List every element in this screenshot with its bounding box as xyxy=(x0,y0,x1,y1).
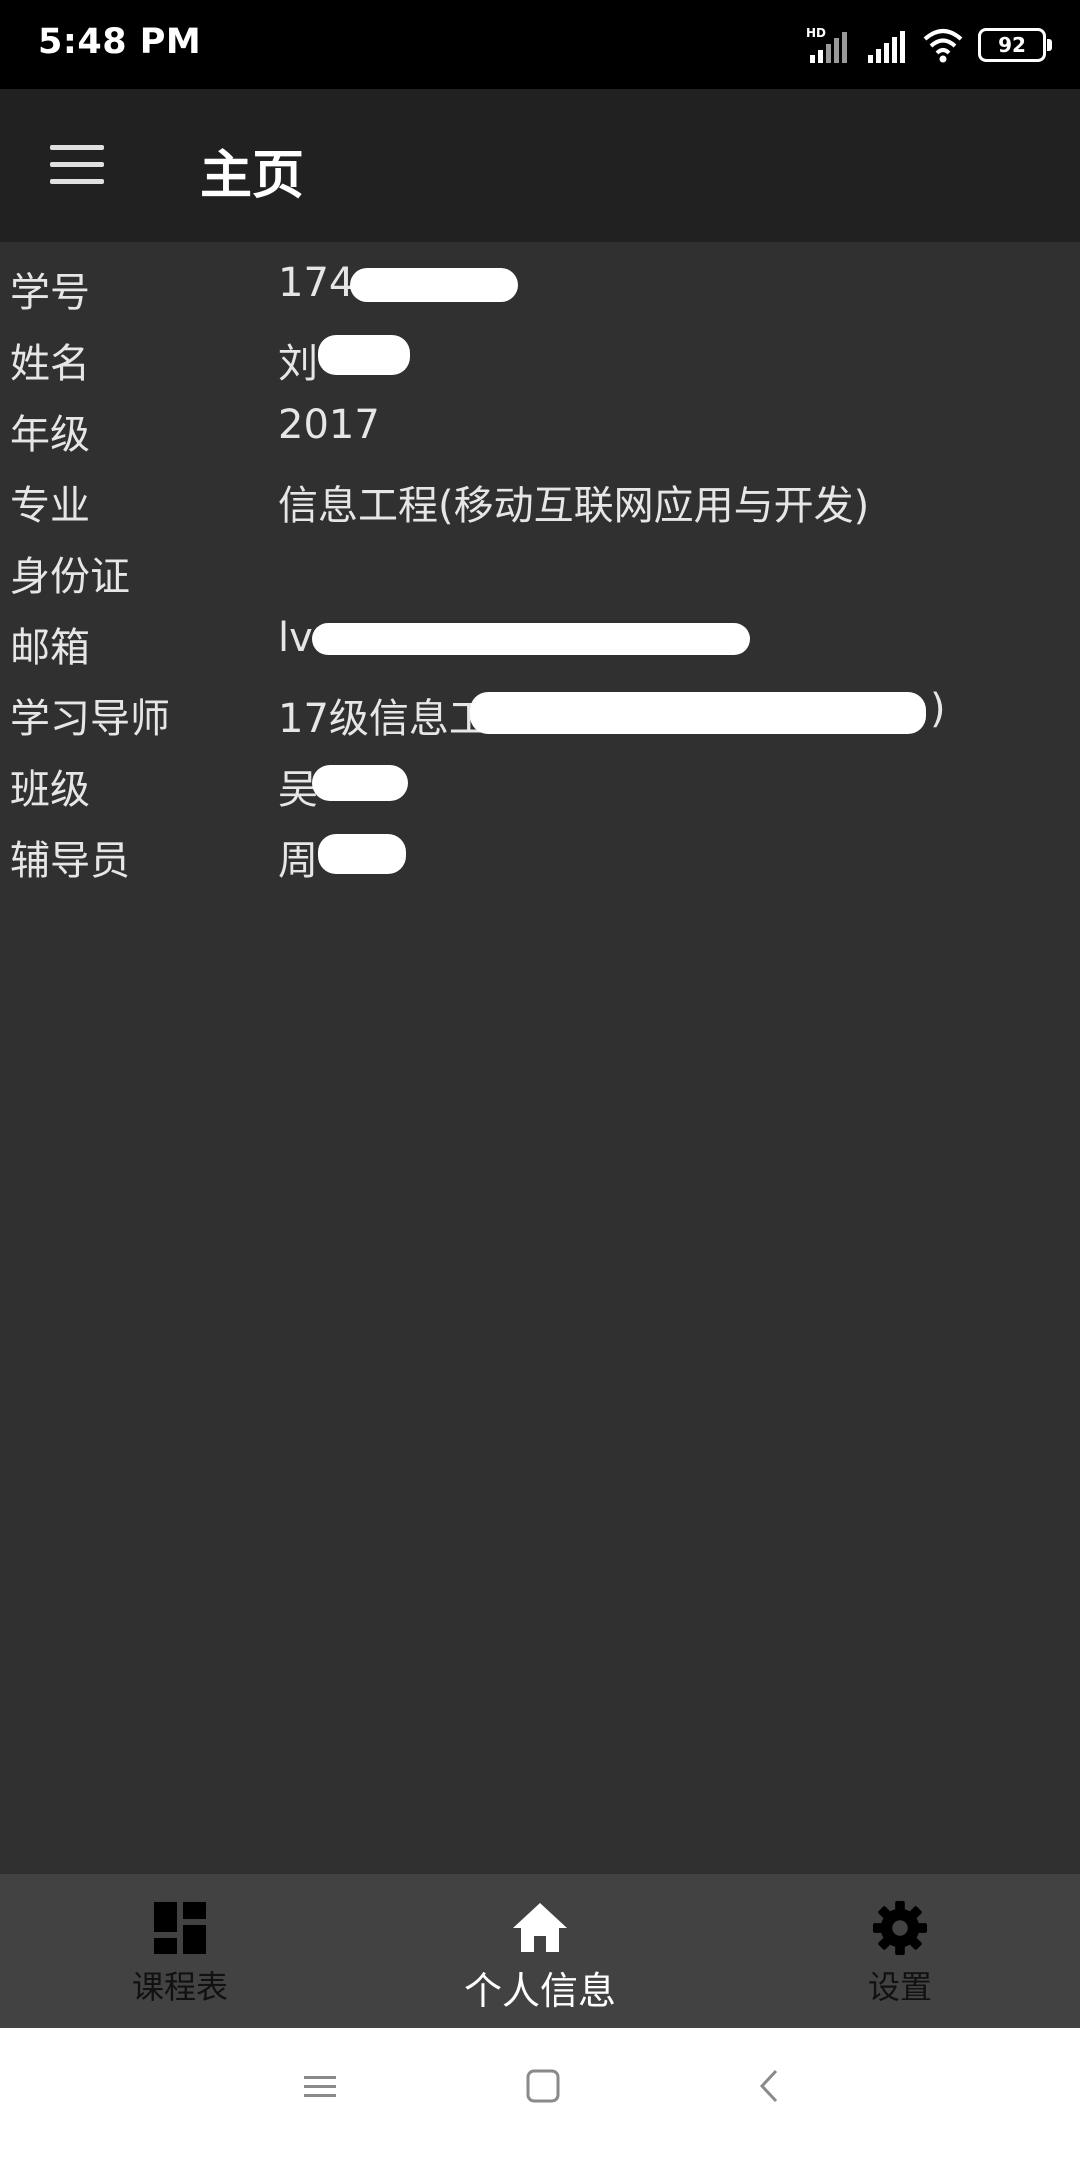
email-value: lv xyxy=(278,615,313,661)
gear-icon xyxy=(872,1900,928,1956)
class-label: 班级 xyxy=(10,767,90,813)
hd-label: HD xyxy=(806,26,826,40)
app-bar: 主页 xyxy=(0,89,1080,242)
major-value: 信息工程(移动互联网应用与开发) xyxy=(278,483,870,529)
redaction-mark xyxy=(312,765,408,801)
student-id-value: 174 xyxy=(278,260,355,306)
info-row-major: 专业 信息工程(移动互联网应用与开发) xyxy=(0,461,1080,531)
home-icon xyxy=(513,1903,567,1952)
grade-value: 2017 xyxy=(278,402,380,448)
redaction-mark xyxy=(350,268,518,302)
name-label: 姓名 xyxy=(10,341,90,387)
redaction-mark xyxy=(312,623,750,655)
info-row-email: 邮箱 lv xyxy=(0,603,1080,673)
info-row-class: 班级 吴 xyxy=(0,745,1080,815)
info-row-counselor: 辅导员 周 xyxy=(0,816,1080,886)
info-row-student-id: 学号 174 xyxy=(0,248,1080,318)
nav-label-settings: 设置 xyxy=(867,1968,932,2006)
major-label: 专业 xyxy=(10,483,90,529)
nav-item-schedule[interactable]: 课程表 xyxy=(50,1874,310,2028)
nav-label-profile: 个人信息 xyxy=(463,1969,616,2013)
status-time: 5:48 PM xyxy=(38,22,202,62)
counselor-label: 辅导员 xyxy=(10,838,130,884)
id-card-label: 身份证 xyxy=(10,554,130,600)
tutor-value-suffix: ) xyxy=(930,686,946,732)
tutor-label: 学习导师 xyxy=(10,696,170,742)
redaction-mark xyxy=(318,834,406,874)
back-icon[interactable] xyxy=(752,2068,788,2104)
hamburger-icon xyxy=(50,145,104,150)
signal-icon xyxy=(868,31,905,63)
hd-signal-icon: HD xyxy=(806,26,847,63)
screen: 5:48 PM HD 92 主页 学号 174 姓名 刘 年级 2017 专业 … xyxy=(0,0,1080,2158)
info-row-tutor: 学习导师 17级信息工 ) xyxy=(0,674,1080,744)
nav-item-profile[interactable]: 个人信息 xyxy=(410,1874,670,2028)
info-row-grade: 年级 2017 xyxy=(0,390,1080,460)
status-icons: HD 92 xyxy=(806,24,1052,66)
wifi-icon xyxy=(923,29,963,63)
counselor-value: 周 xyxy=(278,838,318,884)
name-value: 刘 xyxy=(278,341,318,387)
recents-icon[interactable] xyxy=(302,2068,338,2104)
nav-item-settings[interactable]: 设置 xyxy=(770,1874,1030,2028)
page-title: 主页 xyxy=(200,146,305,206)
bottom-navigation: 课程表 个人信息 设置 xyxy=(0,1874,1080,2028)
grade-label: 年级 xyxy=(10,412,90,458)
status-bar: 5:48 PM HD 92 xyxy=(0,0,1080,89)
tutor-value: 17级信息工 xyxy=(278,696,489,742)
email-label: 邮箱 xyxy=(10,625,90,671)
system-navigation-bar xyxy=(0,2028,1080,2158)
menu-button[interactable] xyxy=(50,145,104,185)
home-square-icon[interactable] xyxy=(525,2068,561,2104)
dashboard-icon xyxy=(154,1902,206,1954)
info-row-id-card: 身份证 xyxy=(0,532,1080,602)
battery-level: 92 xyxy=(998,33,1026,57)
info-row-name: 姓名 刘 xyxy=(0,319,1080,389)
student-id-label: 学号 xyxy=(10,270,90,316)
nav-label-schedule: 课程表 xyxy=(131,1968,228,2006)
battery-icon: 92 xyxy=(978,28,1052,62)
redaction-mark xyxy=(318,335,410,375)
redaction-mark xyxy=(470,692,926,734)
profile-info-list: 学号 174 姓名 刘 年级 2017 专业 信息工程(移动互联网应用与开发) … xyxy=(0,242,1080,1874)
